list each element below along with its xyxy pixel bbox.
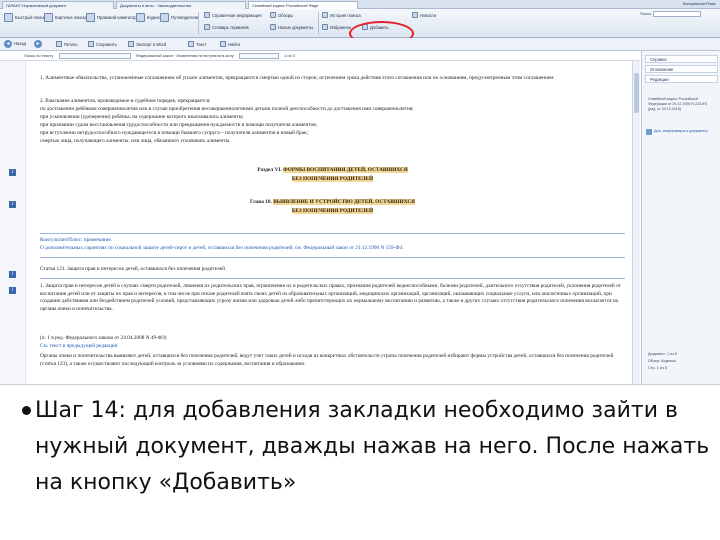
section-heading-line2: БЕЗ ПОПЕЧЕНИЯ РОДИТЕЛЕЙ (40, 176, 625, 184)
status-review: Обзор: Кодексы (648, 359, 676, 363)
paragraph: Органы опеки и попечительства выявляют д… (40, 353, 614, 367)
word-icon (128, 41, 134, 47)
screenshot: ГАРАНТ-Нормативный документ Документы и … (0, 0, 720, 385)
amendment-note: (п. 1 в ред. Федерального закона от 24.0… (40, 335, 167, 341)
document-view[interactable]: i i i i 1. Алиментные обязательства, уст… (0, 61, 640, 384)
tab-item[interactable]: Документы и акты · Законодательство (116, 1, 246, 9)
search-label: Поиск (640, 11, 652, 17)
search-highlight: БЕЗ ПОПЕЧЕНИЯ РОДИТЕЛЕЙ (291, 208, 374, 214)
text-button[interactable]: Текст (188, 41, 207, 47)
search-highlight: ВЫЯВЛЕНИЕ И УСТРОЙСТВО ДЕТЕЙ, ОСТАВШИХСЯ (273, 199, 415, 205)
info-marker-icon[interactable]: i (9, 201, 16, 208)
tab-item-active[interactable]: Семейный кодекс Российской Феде (248, 1, 358, 9)
paragraph: 2. Взыскание алиментов, производимое в с… (40, 98, 211, 104)
news-icon (412, 12, 418, 18)
back-button[interactable]: Назад (14, 41, 26, 46)
history-button[interactable]: История поиска (322, 12, 361, 18)
info-marker-icon[interactable]: i (9, 169, 16, 176)
tab-bar: ГАРАНТ-Нормативный документ Документы и … (0, 0, 720, 9)
consultant-note-link[interactable]: О дополнительных гарантиях по социальной… (40, 245, 625, 253)
extra-info-link[interactable]: Доп. информация к документу (646, 129, 708, 135)
search-input[interactable] (653, 11, 702, 17)
window-title: КонсультантПлюс (682, 1, 716, 6)
paragraph: при усыновлении (удочерении) ребёнка, на… (40, 114, 244, 120)
legal-navigator-button[interactable]: Правовой навигатор (86, 13, 137, 22)
tab-reference[interactable]: Справка (645, 55, 718, 63)
tab-editions[interactable]: Редакции (645, 75, 718, 83)
forward-arrow-icon[interactable]: ▸ (34, 40, 42, 48)
review-icon (270, 12, 276, 18)
scroll-thumb[interactable] (634, 73, 639, 113)
print-icon (56, 41, 62, 47)
card-icon (44, 13, 53, 22)
document-gutter (0, 61, 26, 384)
word-export-button[interactable]: Экспорт в Word (128, 41, 166, 47)
divider (40, 278, 625, 279)
new-docs-button[interactable]: Новые документы (270, 24, 313, 30)
status-page: Стр. 1 из 5 (648, 366, 667, 370)
status-document: Документ: 1 из 6 (648, 352, 678, 356)
search-area: Поиск (640, 11, 702, 17)
new-doc-icon (270, 24, 276, 30)
card-search-button[interactable]: Карточка поиска (44, 13, 87, 22)
text-icon (188, 41, 194, 47)
chapter-heading-line2: БЕЗ ПОПЕЧЕНИЯ РОДИТЕЛЕЙ (40, 208, 625, 216)
article-heading: Статья 121. Защита прав и интересов дете… (40, 266, 225, 272)
reference-info-button[interactable]: Справочная информация (204, 12, 262, 18)
dictionary-icon (204, 24, 210, 30)
consultant-note: КонсультантПлюс: примечание. (40, 237, 113, 243)
selected-button[interactable]: Избранное (322, 24, 351, 30)
document-scrollbar[interactable] (632, 61, 640, 384)
guides-button[interactable]: Путеводители (160, 13, 198, 22)
guide-icon (160, 13, 169, 22)
print-button[interactable]: Печать (56, 41, 78, 47)
paragraph: при признании судом восстановления трудо… (40, 122, 318, 128)
previous-edition-link[interactable]: См. текст в предыдущей редакции (40, 343, 625, 351)
paragraph: 1. Защита прав и интересов детей в случа… (40, 283, 621, 312)
divider (40, 257, 625, 258)
document-path-bar: Поиск по тексту Федеральный закон · Изме… (0, 51, 640, 61)
info-icon (204, 12, 210, 18)
save-button[interactable]: Сохранить (88, 41, 117, 47)
info-marker-icon[interactable]: i (9, 271, 16, 278)
in-text-search-input[interactable] (58, 52, 131, 59)
status-field[interactable] (238, 52, 279, 59)
info-marker-icon[interactable]: i (9, 287, 16, 294)
search-highlight: БЕЗ ПОПЕЧЕНИЯ РОДИТЕЛЕЙ (291, 176, 374, 182)
find-icon (220, 41, 226, 47)
info-icon (646, 129, 652, 135)
dictionary-button[interactable]: Словарь терминов (204, 24, 249, 30)
right-panel: Справка Оглавление Редакции Семейный код… (641, 51, 720, 384)
star-icon (322, 24, 328, 30)
search-highlight: ФОРМЫ ВОСПИТАНИЯ ДЕТЕЙ, ОСТАВШИХСЯ (283, 167, 408, 173)
caption-text: Шаг 14: для добавления закладки необходи… (35, 398, 710, 495)
section-heading: Раздел VI. ФОРМЫ ВОСПИТАНИЯ ДЕТЕЙ, ОСТАВ… (257, 167, 408, 173)
bullet-icon (22, 406, 31, 415)
tab-contents[interactable]: Оглавление (645, 65, 718, 73)
news-button[interactable]: Новости (412, 12, 436, 18)
search-icon (4, 13, 13, 22)
document-info: Семейный кодекс Российской Федерации от … (648, 97, 708, 111)
review-button[interactable]: Обзоры (270, 12, 293, 18)
history-icon (322, 12, 328, 18)
navigator-icon (86, 13, 95, 22)
divider (40, 233, 625, 234)
chapter-heading: Глава 18. ВЫЯВЛЕНИЕ И УСТРОЙСТВО ДЕТЕЙ, … (250, 199, 415, 205)
document-toolbar: ◂ Назад ▸ Печать Сохранить Экспорт в Wor… (0, 38, 720, 51)
back-arrow-icon[interactable]: ◂ (4, 40, 12, 48)
paragraph: при вступлении нетрудоспособного нуждающ… (40, 130, 309, 136)
book-icon (136, 13, 145, 22)
paragraph: 1. Алиментные обязательства, установленн… (40, 75, 555, 81)
tab-item[interactable]: ГАРАНТ-Нормативный документ (2, 1, 114, 9)
save-icon (88, 41, 94, 47)
paragraph: по достижении ребёнком совершеннолетия и… (40, 106, 414, 112)
find-button[interactable]: Найти (220, 41, 240, 47)
quick-search-button[interactable]: Быстрый поиск (4, 13, 44, 22)
paragraph: смертью лица, получающего алименты, или … (40, 138, 231, 144)
